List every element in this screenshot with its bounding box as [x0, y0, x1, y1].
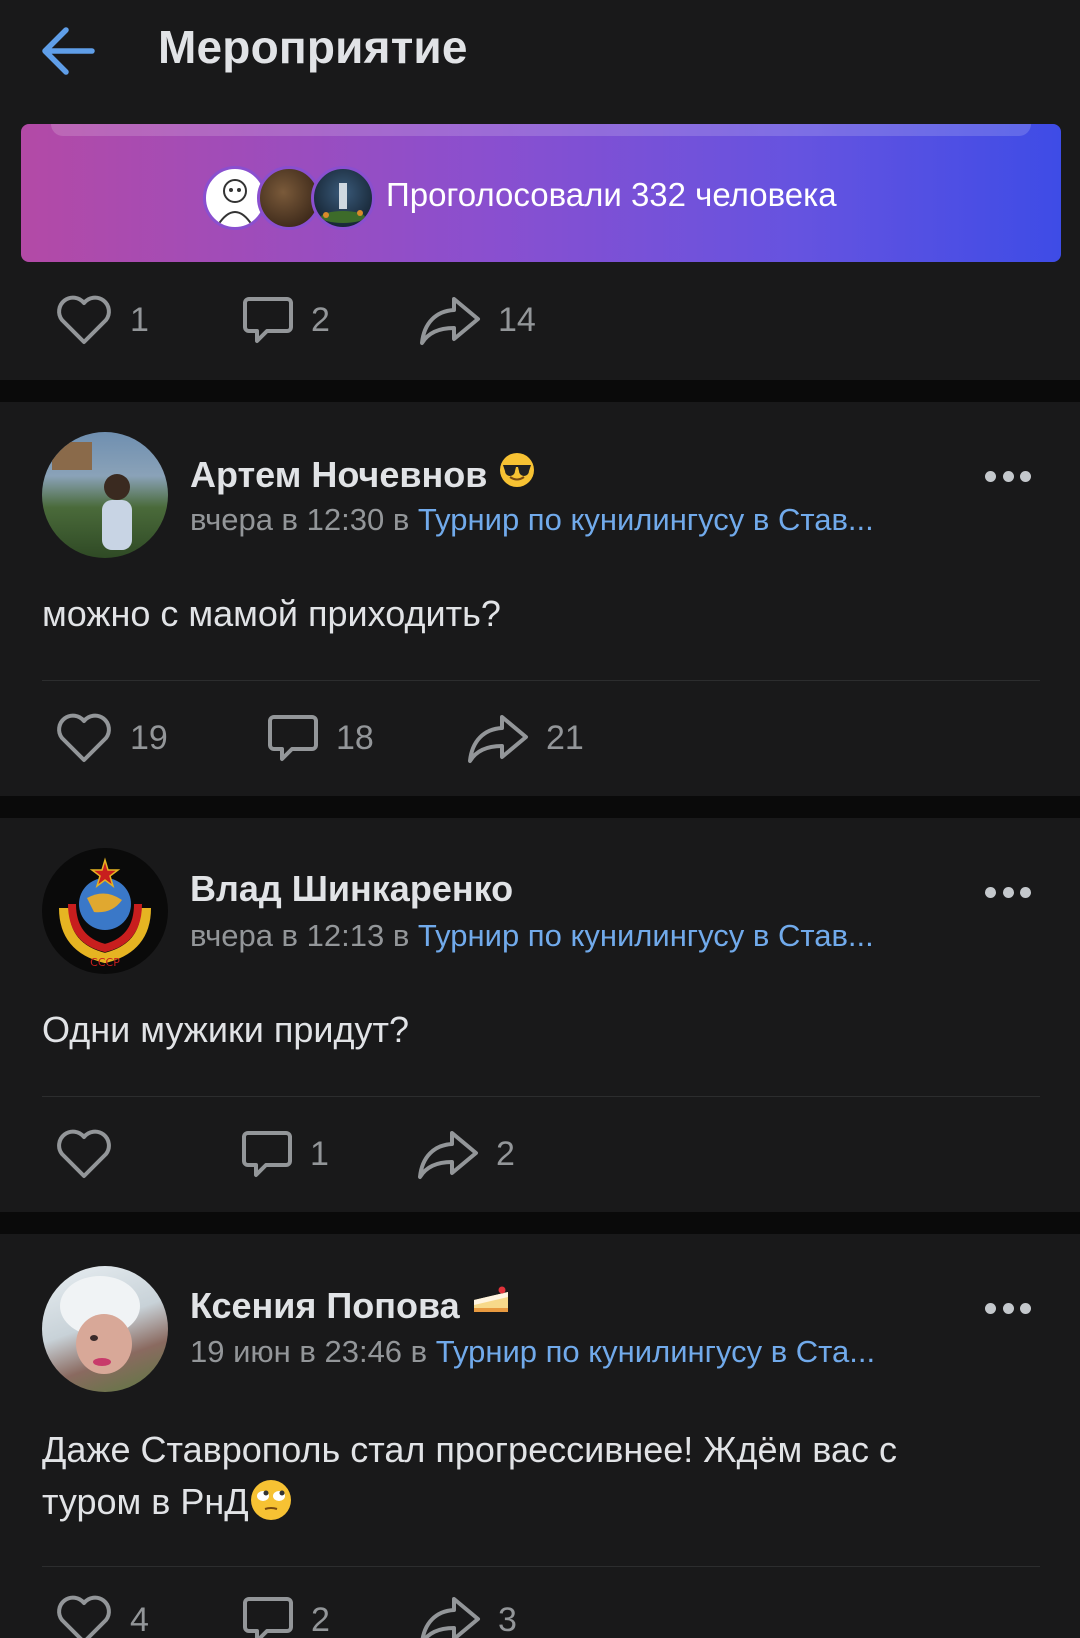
like-button[interactable]: 4	[54, 1590, 149, 1638]
poll-results[interactable]: Проголосовали 332 человека	[21, 124, 1061, 262]
author-name: Ксения Попова	[190, 1284, 460, 1326]
dot-icon	[1020, 886, 1031, 898]
share-icon	[418, 1131, 478, 1179]
divider	[42, 1566, 1040, 1567]
comment-count: 2	[311, 1600, 330, 1638]
comment-author[interactable]: Артем Ночевнов	[190, 452, 535, 497]
voter-avatars	[183, 166, 383, 230]
comment-count: 1	[310, 1134, 329, 1173]
dot-icon	[1020, 1302, 1031, 1314]
share-icon	[420, 1597, 480, 1638]
top-bar: Мероприятие	[0, 0, 1080, 110]
comment-icon	[243, 297, 293, 343]
dot-icon	[1020, 470, 1031, 482]
sunglasses-emoji-icon	[499, 452, 535, 497]
comment-button[interactable]: 2	[241, 1590, 330, 1638]
comment-card: Ксения Попова 19 июн в 23:46 в Турнир по…	[0, 1234, 1080, 1638]
more-options-button[interactable]	[985, 1301, 1031, 1315]
comment-date: вчера в 12:13 в	[190, 918, 418, 953]
dot-icon	[1002, 1302, 1014, 1314]
author-name: Артем Ночевнов	[190, 453, 488, 495]
comment-author[interactable]: Влад Шинкаренко	[190, 868, 513, 910]
heart-icon	[57, 295, 111, 344]
arrow-left-icon	[42, 27, 95, 75]
dot-icon	[985, 470, 996, 482]
page-title: Мероприятие	[158, 21, 468, 73]
avatar[interactable]	[42, 1266, 168, 1392]
heart-icon	[57, 713, 111, 762]
share-button[interactable]: 3	[418, 1590, 517, 1638]
group-link[interactable]: Турнир по кунилингусу в Став...	[418, 918, 874, 953]
comment-actions: 4 2 3	[0, 1590, 1080, 1638]
like-count: 4	[130, 1600, 149, 1638]
comment-text-content: Даже Ставрополь стал прогрессивнее! Ждём…	[42, 1429, 898, 1522]
svg-text:СССР: СССР	[90, 956, 120, 969]
comment-text: Даже Ставрополь стал прогрессивнее! Ждём…	[42, 1424, 1002, 1536]
avatar[interactable]	[42, 432, 168, 558]
share-count: 21	[546, 718, 584, 757]
group-link[interactable]: Турнир по кунилингусу в Став...	[418, 502, 874, 537]
author-name: Влад Шинкаренко	[190, 868, 514, 909]
share-count: 3	[498, 1600, 517, 1638]
comment-count: 2	[311, 300, 330, 339]
comment-card: СССР Влад Шинкаренко вчера в 12:13 в Тур…	[0, 818, 1080, 1212]
heart-icon	[57, 1595, 111, 1638]
divider	[42, 680, 1040, 681]
poll-bar	[51, 124, 1031, 136]
more-options-button[interactable]	[985, 469, 1031, 483]
like-button[interactable]: 1	[54, 290, 149, 350]
share-count: 14	[498, 300, 536, 339]
more-options-button[interactable]	[985, 885, 1031, 899]
comment-meta: 19 июн в 23:46 в Турнир по кунилингусу в…	[190, 1334, 875, 1370]
share-icon	[420, 297, 480, 345]
group-link[interactable]: Турнир по кунилингусу в Ста...	[436, 1334, 875, 1369]
comment-icon	[268, 715, 318, 761]
comment-text: Одни мужики придут?	[42, 1009, 409, 1050]
comment-icon	[242, 1131, 292, 1177]
comment-actions: 1 2	[0, 1124, 1080, 1184]
comment-actions: 19 18 21	[0, 708, 1080, 768]
post-actions: 1 2 14	[0, 290, 1080, 350]
comment-date: вчера в 12:30 в	[190, 502, 418, 537]
comment-meta: вчера в 12:13 в Турнир по кунилингусу в …	[190, 918, 874, 954]
comment-count: 18	[336, 718, 374, 757]
share-button[interactable]: 21	[466, 708, 584, 768]
comment-card: Артем Ночевнов вчера в 12:30 в Турнир по…	[0, 402, 1080, 796]
share-count: 2	[496, 1134, 515, 1173]
comment-text: можно с мамой приходить?	[42, 593, 501, 634]
divider	[42, 1096, 1040, 1097]
like-button[interactable]: 19	[54, 708, 168, 768]
comment-button[interactable]: 1	[240, 1124, 329, 1184]
comment-meta: вчера в 12:30 в Турнир по кунилингусу в …	[190, 502, 874, 538]
dot-icon	[1002, 470, 1014, 482]
back-button[interactable]	[38, 24, 98, 78]
dot-icon	[985, 886, 996, 898]
share-icon	[468, 715, 528, 763]
eye-roll-emoji-icon	[249, 1478, 293, 1536]
comment-button[interactable]: 2	[241, 290, 330, 350]
avatar	[311, 166, 375, 230]
heart-icon	[57, 1129, 111, 1178]
dot-icon	[985, 1302, 996, 1314]
like-button[interactable]	[54, 1124, 130, 1184]
share-button[interactable]: 2	[416, 1124, 515, 1184]
avatar[interactable]: СССР	[42, 848, 168, 974]
comment-author[interactable]: Ксения Попова	[190, 1284, 510, 1327]
comment-date: 19 июн в 23:46 в	[190, 1334, 436, 1369]
dot-icon	[1002, 886, 1014, 898]
like-count: 1	[130, 300, 149, 339]
comment-icon	[243, 1597, 293, 1638]
share-button[interactable]: 14	[418, 290, 536, 350]
like-count: 19	[130, 718, 168, 757]
poll-voters-count: Проголосовали 332 человека	[386, 176, 837, 213]
cake-emoji-icon	[472, 1284, 510, 1327]
comment-button[interactable]: 18	[266, 708, 374, 768]
